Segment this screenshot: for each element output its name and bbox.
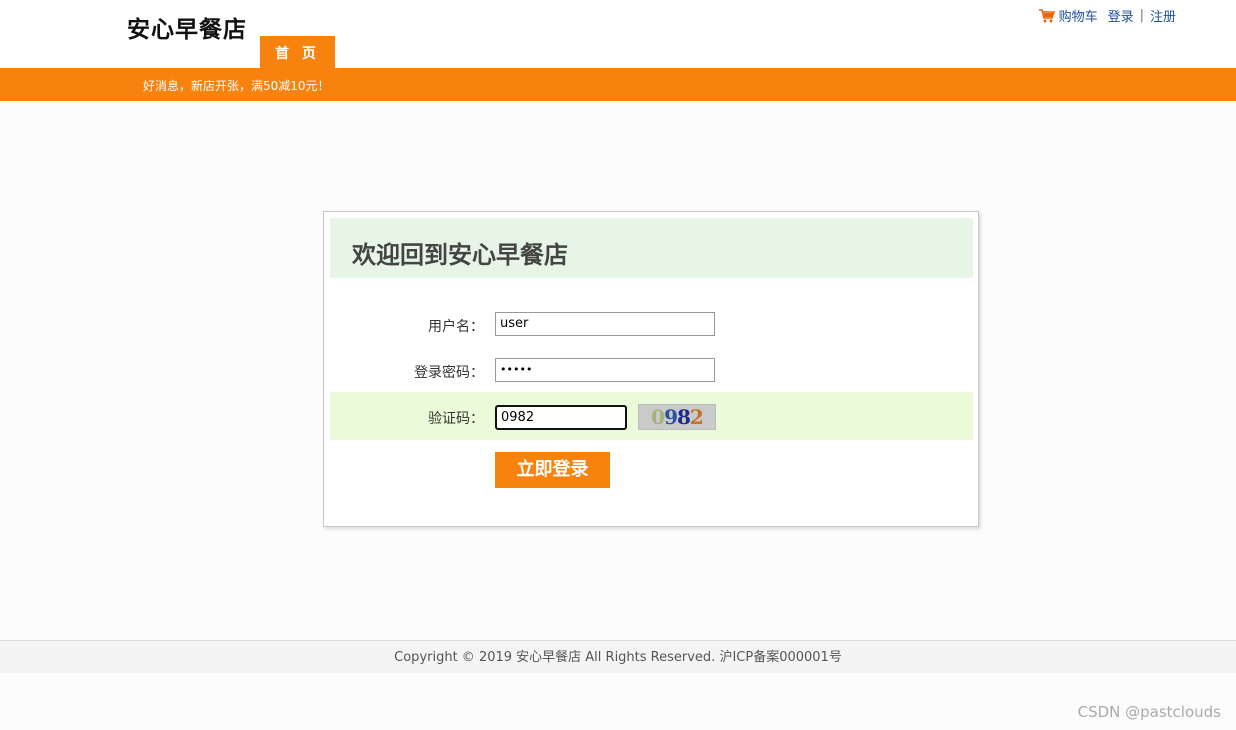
copyright-text: Copyright © 2019 安心早餐店 All Rights Reserv… <box>394 650 842 665</box>
captcha-char: 8 <box>677 405 691 429</box>
username-label: 用户名： <box>428 319 484 335</box>
login-submit-button[interactable]: 立即登录 <box>495 452 610 488</box>
link-separator: | <box>1139 8 1144 23</box>
watermark: CSDN @pastclouds <box>1077 703 1221 721</box>
login-link[interactable]: 登录 <box>1108 6 1134 25</box>
site-logo[interactable]: 安心早餐店 <box>127 10 247 44</box>
login-title-bar: 欢迎回到安心早餐店 <box>330 218 973 278</box>
top-links: 购物车 登录 | 注册 <box>1038 6 1176 25</box>
captcha-input[interactable]: 0982 <box>495 405 627 430</box>
username-input[interactable]: user <box>495 312 715 336</box>
nav-tab-home[interactable]: 首 页 <box>260 36 335 68</box>
promo-banner: 好消息，新店开张，满50减10元！ <box>0 68 1236 101</box>
captcha-label: 验证码： <box>428 411 484 427</box>
login-panel: 欢迎回到安心早餐店 用户名： user 登录密码： ••••• 验证码： 098… <box>323 211 979 527</box>
password-label: 登录密码： <box>414 365 484 381</box>
captcha-char: 2 <box>689 405 704 429</box>
captcha-char: 9 <box>664 405 678 429</box>
register-link[interactable]: 注册 <box>1150 6 1176 25</box>
site-header: 安心早餐店 首 页 购物车 登录 | 注册 <box>0 0 1236 68</box>
cart-link[interactable]: 购物车 <box>1059 6 1098 25</box>
login-title: 欢迎回到安心早餐店 <box>352 241 568 269</box>
captcha-char: 0 <box>651 405 665 429</box>
password-input[interactable]: ••••• <box>495 358 715 382</box>
cart-icon[interactable] <box>1038 8 1055 23</box>
captcha-image[interactable]: 0982 <box>638 404 716 430</box>
promo-text: 好消息，新店开张，满50减10元！ <box>143 79 330 93</box>
site-footer: Copyright © 2019 安心早餐店 All Rights Reserv… <box>0 640 1236 673</box>
